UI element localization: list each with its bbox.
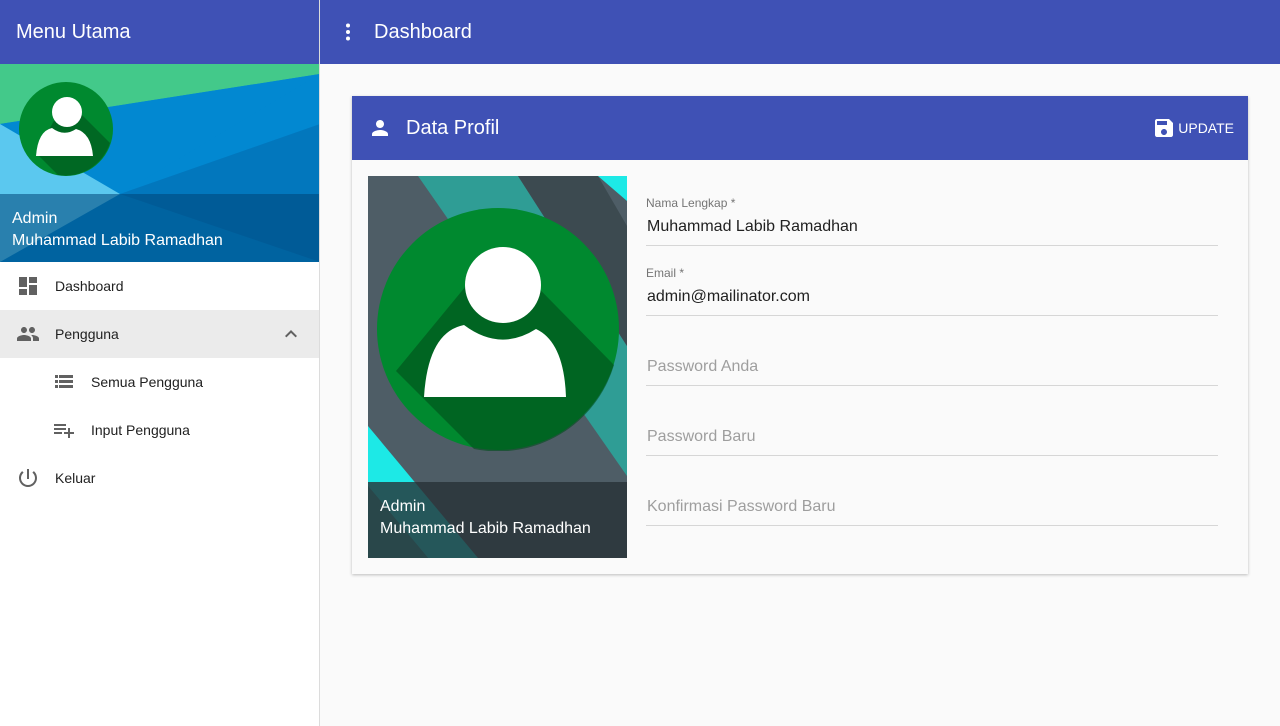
update-label: UPDATE (1178, 120, 1234, 136)
page-title: Dashboard (374, 21, 472, 43)
sidebar-item-label: Keluar (55, 470, 96, 486)
sidebar-item-keluar[interactable]: Keluar (0, 454, 319, 502)
email-input[interactable] (646, 288, 1218, 306)
card-header: Data Profil UPDATE (352, 96, 1248, 160)
update-button[interactable]: UPDATE (1152, 116, 1234, 140)
sidebar-item-pengguna[interactable]: Pengguna (0, 310, 319, 358)
sidebar-item-dashboard[interactable]: Dashboard (0, 262, 319, 310)
sidebar-item-semua-pengguna[interactable]: Semua Pengguna (0, 358, 319, 406)
photo-caption: Admin Muhammad Labib Ramadhan (368, 482, 627, 558)
field-underline (646, 525, 1218, 526)
nama-lengkap-field: Nama Lengkap * (646, 196, 1218, 246)
sidebar-item-input-pengguna[interactable]: Input Pengguna (0, 406, 319, 454)
people-icon (17, 327, 39, 341)
save-icon (1155, 119, 1174, 137)
sidebar-item-label: Input Pengguna (91, 422, 190, 438)
top-app-bar: Dashboard (320, 0, 1280, 64)
banner-role: Admin (12, 210, 58, 227)
photo-name: Muhammad Labib Ramadhan (380, 520, 591, 537)
power-icon (19, 469, 37, 487)
email-field: Email * (646, 266, 1218, 316)
password-field (646, 336, 1218, 386)
sidebar-item-label: Pengguna (55, 326, 119, 342)
password-input[interactable] (646, 358, 1218, 376)
profile-photo-avatar (377, 208, 619, 451)
avatar (19, 82, 113, 176)
nama-lengkap-input[interactable] (646, 218, 1218, 236)
field-underline (646, 245, 1218, 246)
banner-caption: Admin Muhammad Labib Ramadhan (0, 194, 319, 262)
profile-banner: Admin Muhammad Labib Ramadhan (0, 64, 319, 262)
profile-photo-card: Admin Muhammad Labib Ramadhan (368, 176, 627, 558)
list-icon (55, 375, 73, 388)
password-baru-input[interactable] (646, 428, 1218, 446)
password-baru-field (646, 406, 1218, 456)
profile-card: Data Profil UPDATE Admin Muhammad Labib … (352, 96, 1248, 574)
sidebar: Menu Utama Admin Muhammad Labib Ramadhan… (0, 0, 320, 726)
field-label: Nama Lengkap * (646, 196, 736, 210)
sidebar-item-label: Semua Pengguna (91, 374, 204, 390)
field-underline (646, 385, 1218, 386)
photo-role: Admin (380, 498, 426, 515)
field-underline (646, 455, 1218, 456)
sidebar-item-label: Dashboard (55, 278, 124, 294)
konfirmasi-password-input[interactable] (646, 498, 1218, 516)
field-underline (646, 315, 1218, 316)
banner-name: Muhammad Labib Ramadhan (12, 232, 223, 249)
playlist-add-icon (54, 424, 74, 438)
more-vert-icon[interactable] (336, 20, 360, 44)
dashboard-icon (19, 277, 37, 295)
card-title: Data Profil (406, 117, 500, 139)
person-icon (372, 120, 388, 136)
chevron-up-icon[interactable] (279, 322, 303, 346)
konfirmasi-password-field (646, 476, 1218, 526)
field-label: Email * (646, 266, 685, 280)
sidebar-title: Menu Utama (0, 0, 319, 64)
